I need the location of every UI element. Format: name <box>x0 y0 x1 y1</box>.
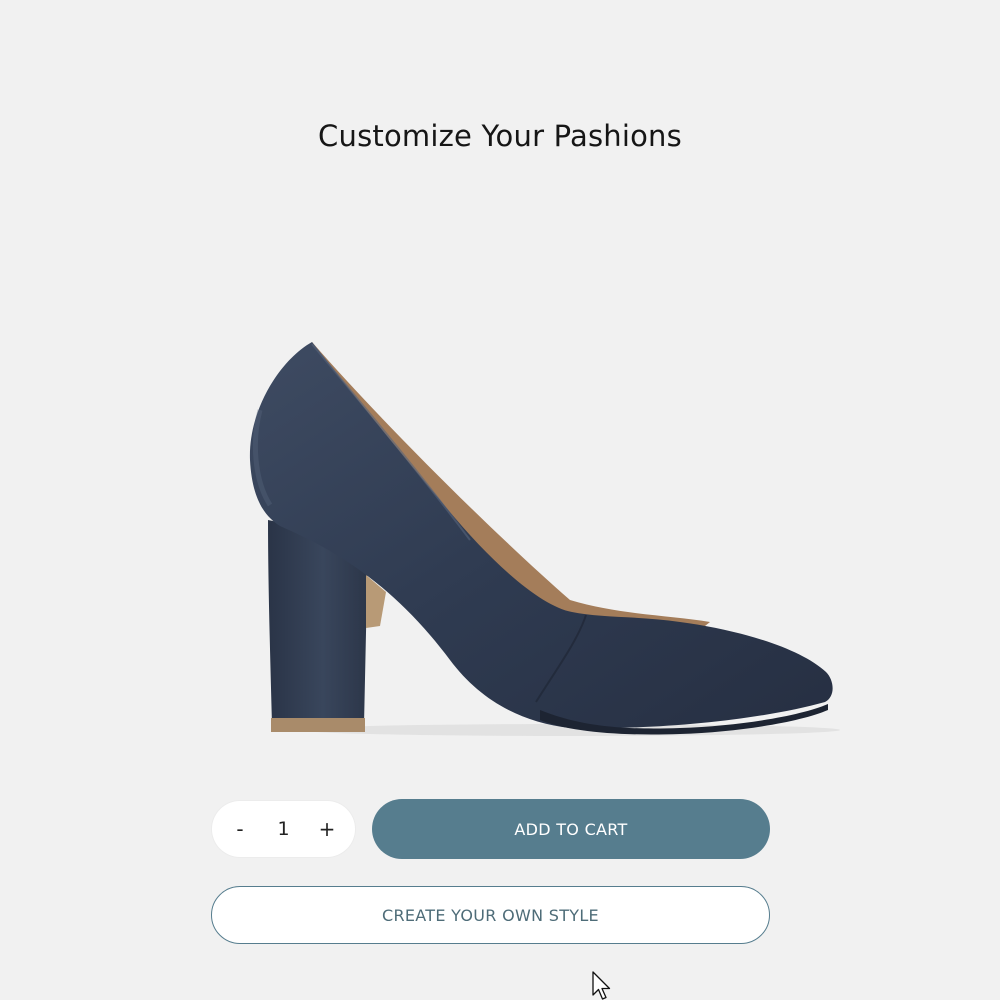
arrow-pointer-icon <box>592 971 611 1000</box>
quantity-stepper: - + <box>212 801 355 857</box>
page: Customize Your Pashions - 1 + ADD TO CAR… <box>0 0 1000 1000</box>
page-title: Customize Your Pashions <box>318 119 682 154</box>
quantity-input[interactable] <box>263 818 304 840</box>
decrement-button[interactable]: - <box>222 811 258 847</box>
add-to-cart-button[interactable]: ADD TO CART <box>372 799 770 859</box>
create-your-own-style-button[interactable]: CREATE YOUR OWN STYLE <box>211 886 770 944</box>
increment-button[interactable]: + <box>309 811 345 847</box>
product-image <box>240 330 840 750</box>
shoe-illustration <box>249 342 840 736</box>
